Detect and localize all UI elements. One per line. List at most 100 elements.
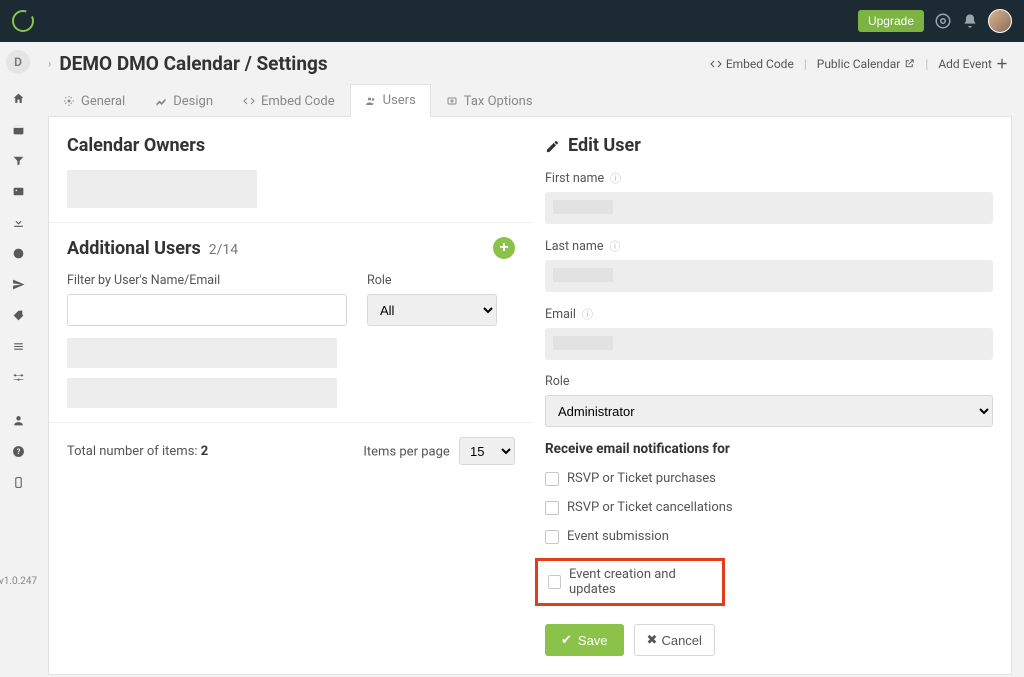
- embed-code-label: Embed Code: [726, 57, 794, 71]
- info-icon[interactable]: ⓘ: [609, 238, 620, 254]
- save-button[interactable]: ✔ Save: [545, 624, 624, 656]
- first-name-input[interactable]: [545, 192, 993, 224]
- check-icon: ✔: [561, 632, 572, 648]
- tab-design[interactable]: Design: [140, 84, 228, 117]
- items-per-page-label: Items per page: [363, 445, 449, 460]
- filter-role-select[interactable]: All: [367, 294, 497, 326]
- edit-user-column: Edit User First name ⓘ Last name ⓘ Email: [545, 135, 993, 656]
- email-label: Email: [545, 307, 576, 322]
- svg-text:?: ?: [16, 447, 20, 456]
- info-icon[interactable]: ⓘ: [582, 306, 593, 322]
- page-title-row: › DEMO DMO Calendar / Settings: [48, 52, 328, 75]
- tab-label: Embed Code: [261, 94, 335, 109]
- upgrade-button[interactable]: Upgrade: [858, 10, 924, 32]
- public-calendar-link[interactable]: Public Calendar: [813, 57, 920, 71]
- add-event-label: Add Event: [938, 57, 992, 71]
- users-panel: Calendar Owners Additional Users 2/14 + …: [48, 117, 1012, 675]
- notif-rsvp-purchases[interactable]: RSVP or Ticket purchases: [545, 471, 993, 486]
- tab-label: Design: [173, 94, 213, 109]
- tab-label: General: [81, 94, 125, 109]
- separator: |: [804, 57, 807, 71]
- notif-event-submission[interactable]: Event submission: [545, 529, 993, 544]
- owner-row-placeholder[interactable]: [67, 170, 257, 208]
- home-icon[interactable]: [0, 92, 36, 105]
- list-icon[interactable]: [0, 340, 36, 353]
- main-content: › DEMO DMO Calendar / Settings Embed Cod…: [36, 42, 1024, 677]
- filter-name-input[interactable]: [67, 294, 347, 326]
- first-name-label: First name: [545, 171, 604, 186]
- embed-code-link[interactable]: Embed Code: [706, 57, 798, 71]
- user-row-placeholder[interactable]: [67, 338, 337, 368]
- role-select[interactable]: Administrator: [545, 395, 993, 427]
- pencil-icon: [545, 135, 560, 156]
- plus-icon: +: [499, 239, 508, 257]
- notif-label: RSVP or Ticket cancellations: [567, 500, 733, 515]
- total-items-label: Total number of items:: [67, 444, 201, 459]
- user-avatar[interactable]: [988, 9, 1012, 33]
- topbar: Upgrade: [0, 0, 1024, 42]
- tag-icon[interactable]: [0, 309, 36, 322]
- settings-tabs: General Design Embed Code Users Tax Opti…: [48, 83, 1012, 117]
- version-label: v1.0.247: [0, 576, 37, 587]
- settings-icon[interactable]: [0, 371, 36, 384]
- total-items-value: 2: [201, 444, 208, 459]
- send-icon[interactable]: [0, 278, 36, 291]
- notif-label: RSVP or Ticket purchases: [567, 471, 716, 486]
- divider: [49, 422, 533, 423]
- tab-embed-code[interactable]: Embed Code: [228, 84, 350, 117]
- separator: |: [925, 57, 928, 71]
- email-input[interactable]: [545, 328, 993, 360]
- close-icon: ✖: [647, 632, 658, 648]
- help-icon[interactable]: [934, 12, 952, 30]
- save-label: Save: [578, 633, 608, 648]
- owners-column: Calendar Owners Additional Users 2/14 + …: [67, 135, 515, 656]
- filter-role-label: Role: [367, 273, 497, 288]
- tab-users[interactable]: Users: [350, 84, 431, 117]
- notif-label: Event submission: [567, 529, 669, 544]
- notif-rsvp-cancellations[interactable]: RSVP or Ticket cancellations: [545, 500, 993, 515]
- header-actions: Embed Code | Public Calendar | Add Event…: [706, 55, 1012, 72]
- tab-label: Users: [383, 93, 416, 108]
- globe-icon[interactable]: [0, 247, 36, 260]
- checkbox[interactable]: [545, 472, 559, 486]
- tab-tax-options[interactable]: Tax Options: [431, 84, 548, 117]
- add-event-link[interactable]: Add Event ＋: [934, 55, 1012, 72]
- add-user-button[interactable]: +: [493, 237, 515, 259]
- edit-user-title: Edit User: [568, 135, 641, 156]
- bell-icon[interactable]: [962, 13, 978, 29]
- total-items: Total number of items: 2: [67, 444, 208, 459]
- filter-icon[interactable]: [0, 154, 36, 167]
- last-name-label: Last name: [545, 239, 603, 254]
- checkbox[interactable]: [548, 575, 561, 589]
- app-logo[interactable]: [12, 10, 34, 32]
- notif-label: Event creation and updates: [569, 567, 712, 597]
- image-icon[interactable]: [0, 185, 36, 198]
- role-label: Role: [545, 374, 993, 389]
- device-icon[interactable]: [0, 476, 36, 489]
- public-calendar-label: Public Calendar: [817, 57, 901, 71]
- additional-users-count: 2/14: [209, 242, 238, 258]
- divider: [49, 222, 533, 223]
- tab-label: Tax Options: [464, 94, 533, 109]
- items-per-page-select[interactable]: 15: [459, 437, 515, 465]
- tab-general[interactable]: General: [48, 84, 140, 117]
- user-row-placeholder[interactable]: [67, 378, 337, 408]
- page-title: DEMO DMO Calendar / Settings: [59, 52, 327, 75]
- highlighted-notification: Event creation and updates: [535, 558, 725, 606]
- info-icon[interactable]: ⓘ: [610, 170, 621, 186]
- cancel-button[interactable]: ✖ Cancel: [634, 624, 715, 656]
- org-badge[interactable]: D: [6, 50, 30, 74]
- checkbox[interactable]: [545, 530, 559, 544]
- question-icon[interactable]: ?: [0, 445, 36, 458]
- calendar-icon[interactable]: [0, 123, 36, 136]
- additional-users-title: Additional Users: [67, 238, 201, 259]
- last-name-input[interactable]: [545, 260, 993, 292]
- download-icon[interactable]: [0, 216, 36, 229]
- checkbox[interactable]: [545, 501, 559, 515]
- notifications-header: Receive email notifications for: [545, 441, 993, 457]
- cancel-label: Cancel: [661, 633, 701, 648]
- user-icon[interactable]: [0, 414, 36, 427]
- notif-event-creation-updates[interactable]: Event creation and updates: [548, 567, 712, 597]
- chevron-right-icon: ›: [48, 57, 51, 70]
- plus-icon: ＋: [996, 55, 1008, 72]
